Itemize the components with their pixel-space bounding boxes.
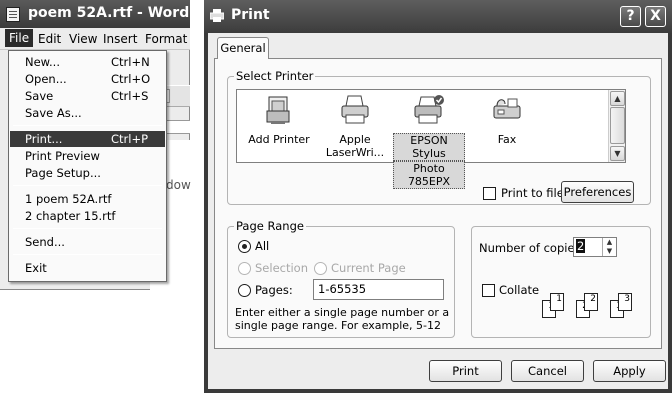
collate-page: 3 — [618, 293, 632, 311]
page-range-pages-label: Pages: — [255, 283, 293, 297]
print-to-file-label: Print to file — [501, 186, 564, 200]
menu-item-new[interactable]: New... Ctrl+N — [10, 54, 165, 70]
scroll-up-icon[interactable]: ▲ — [610, 91, 625, 106]
printer-item-fax[interactable]: Fax — [471, 94, 543, 146]
scroll-thumb[interactable] — [610, 107, 625, 144]
menu-item-shortcut: Ctrl+P — [111, 132, 149, 146]
menu-item-print-preview[interactable]: Print Preview — [10, 148, 165, 164]
menu-format[interactable]: Format — [145, 32, 187, 46]
page-range-group: Page Range All Selection Current Page Pa… — [227, 219, 455, 338]
wordpad-window: poem 52A.rtf - WordPad File Edit View In… — [0, 0, 219, 290]
menu-item-label: Save As... — [25, 106, 82, 120]
add-printer-icon — [266, 96, 290, 124]
collate-checkbox[interactable] — [482, 284, 495, 297]
copies-value: 2 — [576, 239, 586, 253]
page-range-hint: Enter either a single page number or a s… — [235, 306, 450, 332]
document-text: dow — [166, 178, 191, 192]
page-range-pages-radio[interactable] — [238, 284, 251, 297]
page-range-all-label: All — [255, 239, 270, 253]
printer-item-epson[interactable]: EPSON Stylus Photo 785EPX — [393, 94, 465, 189]
wordpad-app-icon — [6, 7, 20, 22]
page-range-all-radio[interactable] — [238, 240, 251, 253]
menu-item-send[interactable]: Send... — [10, 234, 165, 250]
page-range-current-page-label: Current Page — [331, 261, 406, 275]
help-button[interactable]: ? — [620, 6, 641, 27]
print-button[interactable]: Print — [429, 360, 502, 382]
page-range-legend: Page Range — [234, 219, 306, 233]
printer-item-apple[interactable]: Apple LaserWri... — [319, 94, 391, 159]
menu-item-shortcut: Ctrl+S — [111, 89, 149, 103]
tab-general[interactable]: General — [217, 37, 269, 59]
menu-item-print[interactable]: Print... Ctrl+P — [10, 131, 165, 147]
copies-spinner[interactable]: ▲ ▼ — [602, 238, 616, 256]
menu-separator — [13, 125, 162, 126]
print-to-file-checkbox[interactable] — [483, 187, 496, 200]
collate-page: 2 — [584, 293, 598, 311]
collate-page: 1 — [550, 293, 564, 311]
menu-item-shortcut: Ctrl+O — [111, 72, 151, 86]
collate-label: Collate — [499, 283, 540, 297]
printer-name: Add Printer — [248, 133, 310, 146]
menu-item-label: Exit — [25, 261, 47, 275]
menu-item-label: Save — [25, 89, 54, 103]
menu-item-open[interactable]: Open... Ctrl+O — [10, 71, 165, 87]
menu-item-label: 2 chapter 15.rtf — [25, 209, 116, 223]
menu-file[interactable]: File — [5, 29, 34, 47]
print-dialog-body: General Select Printer Add Printer Apple… — [208, 33, 668, 389]
menu-item-label: Send... — [25, 235, 65, 249]
menu-item-label: New... — [25, 55, 60, 69]
wordpad-menu-bar: File Edit View Insert Format — [0, 28, 190, 50]
apply-button[interactable]: Apply — [593, 360, 666, 382]
printer-list[interactable]: Add Printer Apple LaserWri... EPSON Styl… — [236, 89, 626, 189]
pages-input[interactable]: 1-65535 — [313, 279, 444, 300]
menu-item-save-as[interactable]: Save As... — [10, 105, 165, 121]
printer-icon — [341, 95, 369, 124]
printer-name: EPSON Stylus — [393, 133, 465, 161]
print-dialog-title-bar: Print ? X — [204, 0, 672, 33]
page-range-current-page-radio[interactable] — [314, 262, 327, 275]
menu-item-label: 1 poem 52A.rtf — [25, 192, 112, 206]
printer-name-line2: LaserWri... — [325, 146, 385, 159]
copies-group: Number of copies: 2 ▲▼ Collate 1 1 2 2 3… — [471, 226, 651, 338]
wordpad-title-bar: poem 52A.rtf - WordPad — [0, 0, 219, 28]
printer-name: Fax — [497, 133, 517, 146]
menu-item-recent-1[interactable]: 1 poem 52A.rtf — [10, 191, 165, 207]
menu-item-shortcut: Ctrl+N — [111, 55, 150, 69]
tab-panel-general: Select Printer Add Printer Apple LaserWr… — [214, 58, 662, 349]
menu-view[interactable]: View — [69, 32, 97, 46]
menu-item-exit[interactable]: Exit — [10, 260, 165, 276]
page-range-selection-radio[interactable] — [238, 262, 251, 275]
select-printer-legend: Select Printer — [234, 69, 316, 83]
menu-item-recent-2[interactable]: 2 chapter 15.rtf — [10, 208, 165, 224]
copies-label: Number of copies: — [479, 241, 585, 255]
printer-icon — [210, 9, 224, 22]
fax-icon — [493, 98, 521, 119]
menu-item-label: Open... — [25, 72, 67, 86]
printer-icon — [414, 95, 444, 124]
menu-item-save[interactable]: Save Ctrl+S — [10, 88, 165, 104]
cancel-button[interactable]: Cancel — [511, 360, 584, 382]
menu-item-label: Page Setup... — [25, 166, 101, 180]
select-printer-group: Select Printer Add Printer Apple LaserWr… — [227, 69, 651, 205]
close-button[interactable]: X — [645, 6, 666, 27]
file-menu: New... Ctrl+N Open... Ctrl+O Save Ctrl+S… — [8, 50, 167, 282]
printer-name: Apple — [339, 133, 371, 146]
menu-separator — [13, 185, 162, 186]
wordpad-title: poem 52A.rtf - WordPad — [28, 5, 219, 21]
scroll-down-icon[interactable]: ▼ — [610, 146, 625, 161]
menu-edit[interactable]: Edit — [38, 32, 61, 46]
printer-list-scrollbar[interactable]: ▲ ▼ — [608, 90, 625, 162]
preferences-button[interactable]: Preferences — [561, 181, 634, 203]
print-dialog-title: Print — [231, 7, 270, 23]
menu-separator — [13, 254, 162, 255]
menu-item-label: Print... — [25, 132, 63, 146]
menu-insert[interactable]: Insert — [103, 32, 137, 46]
menu-item-label: Print Preview — [25, 149, 100, 163]
printer-item-add-printer[interactable]: Add Printer — [243, 94, 315, 146]
menu-separator — [13, 228, 162, 229]
print-dialog: Print ? X General Select Printer Add Pri… — [204, 0, 672, 393]
page-range-selection-label: Selection — [255, 261, 308, 275]
printer-name-line2: Photo 785EPX — [393, 161, 465, 189]
menu-item-page-setup[interactable]: Page Setup... — [10, 165, 165, 181]
